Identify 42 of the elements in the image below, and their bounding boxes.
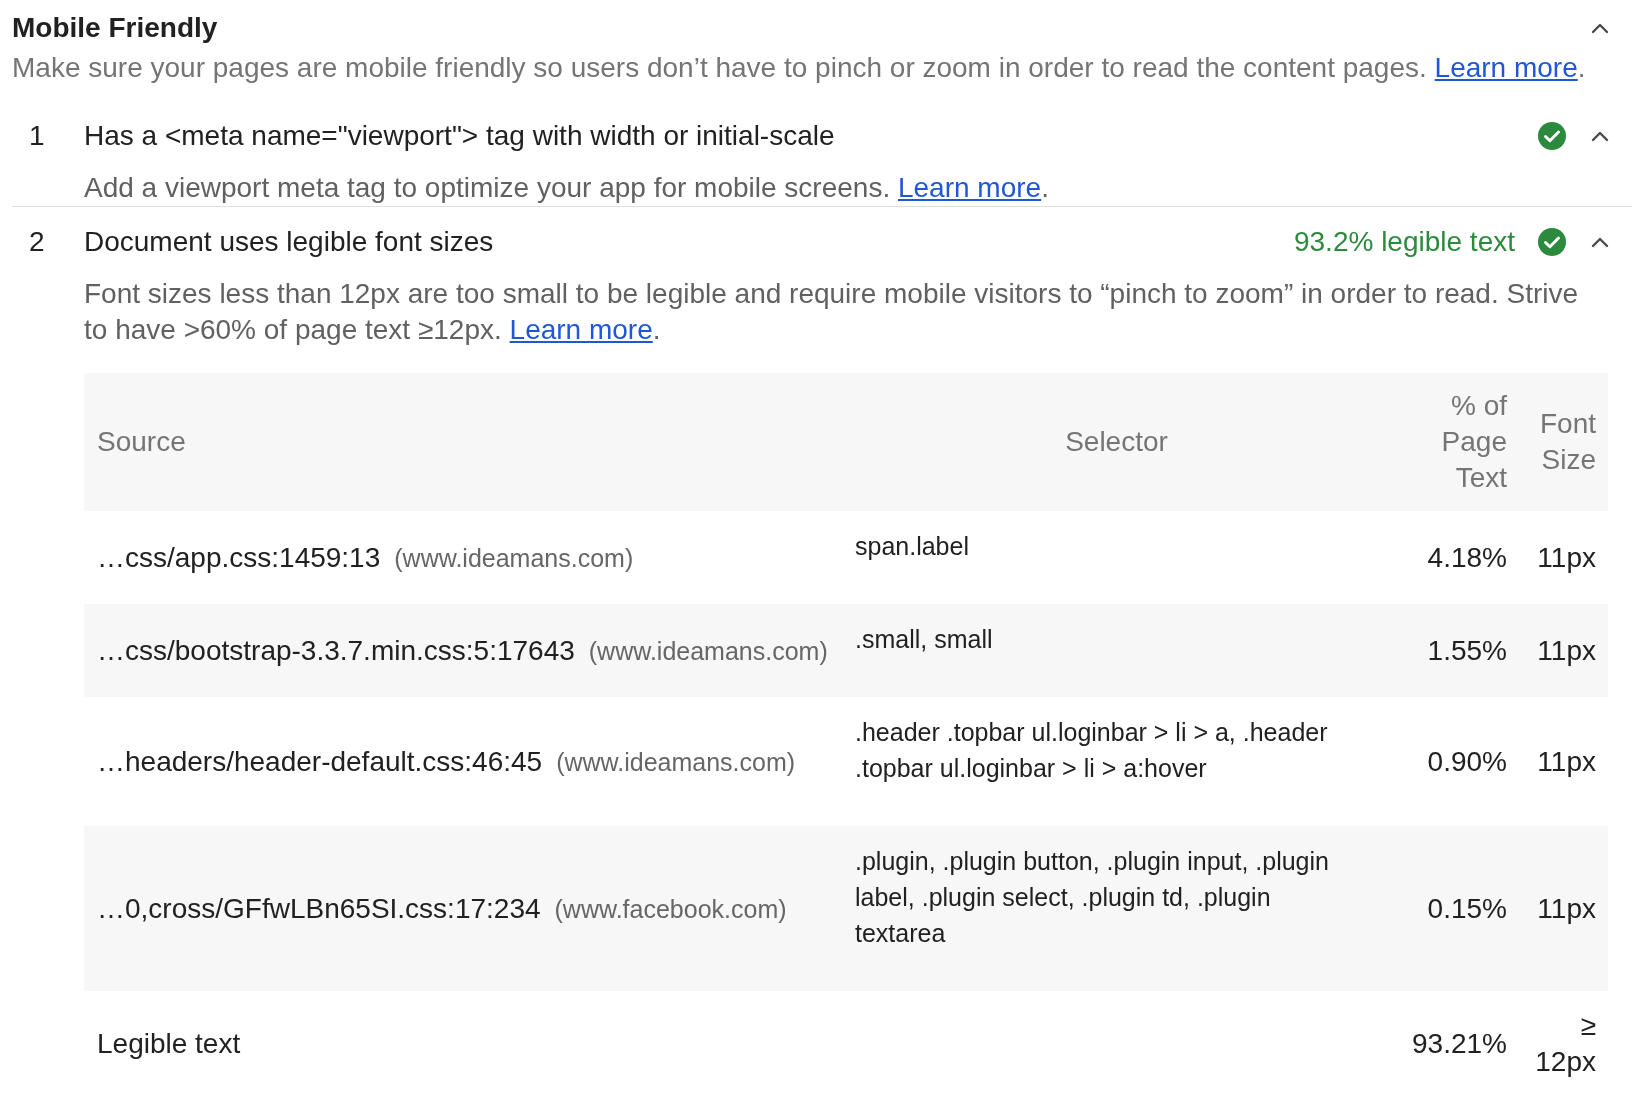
source-domain: (www.ideamans.com): [556, 746, 796, 778]
chevron-up-icon[interactable]: [1591, 22, 1609, 34]
selector-text: .small, small: [854, 624, 994, 655]
table-cell-text: 11px: [1536, 540, 1597, 575]
table-cell-text: 93.21%: [1411, 1027, 1508, 1061]
table-cell-text: 11px: [1536, 891, 1597, 926]
audit-title: Has a <meta name="viewport"> tag with width or initial-scale: [84, 119, 836, 153]
column-header: % of Page Text: [1440, 389, 1508, 495]
source-path: …css/app.css:1459:13: [97, 540, 381, 575]
source-path: …headers/header-default.css:46:45: [97, 744, 543, 779]
table-cell-text: 11px: [1536, 744, 1597, 779]
source-domain: (www.facebook.com): [554, 893, 787, 925]
learn-more-link[interactable]: Learn more: [1434, 52, 1578, 83]
section-description: Make sure your pages are mobile friendly so users don’t have to pinch or zoom in order to read the content pages. Learn more.: [12, 51, 1587, 85]
column-header: Selector: [1064, 425, 1169, 459]
source-path: …css/bootstrap-3.3.7.min.css:5:17643: [97, 633, 575, 668]
selector-text: .plugin, .plugin button, .plugin input, .plugin label, .plugin select, .plugin td, .plugin textarea: [854, 846, 1330, 949]
table-cell-text: ≥ 12px: [1534, 1009, 1597, 1079]
audit-title: Document uses legible font sizes: [84, 225, 495, 259]
selector-text: .header .topbar ul.loginbar > li > a, .header .topbar ul.loginbar > li > a:hover: [854, 717, 1329, 784]
table-cell-text: 11px: [1536, 633, 1597, 668]
summary-label: Legible text: [96, 1027, 242, 1061]
source-domain: (www.ideamans.com): [394, 542, 634, 574]
column-header: Source: [96, 425, 187, 459]
chevron-up-icon[interactable]: [1591, 130, 1609, 142]
table-cell-text: 0.90%: [1426, 744, 1508, 779]
section-title: Mobile Friendly: [12, 11, 219, 45]
result-text: 93.2% legible text: [1293, 225, 1515, 259]
audit-number: 1: [28, 119, 46, 153]
selector-text: span.label: [854, 531, 970, 562]
learn-more-link[interactable]: Learn more: [509, 314, 653, 345]
table-cell-text: 4.18%: [1426, 540, 1508, 575]
column-header: Font Size: [1538, 407, 1597, 477]
table-cell-text: 0.15%: [1426, 891, 1508, 926]
audit-description: Font sizes less than 12px are too small to be legible and require mobile visitors to “pinch to zoom” in order to read. Strive to have >60% of page text ≥12px. Learn more.: [84, 277, 1580, 347]
source-domain: (www.ideamans.com): [588, 635, 828, 667]
chevron-up-icon[interactable]: [1591, 236, 1609, 248]
source-path: …0,cross/GFfwLBn65SI.css:17:234: [97, 891, 541, 926]
audit-description: Add a viewport meta tag to optimize your app for mobile screens. Learn more.: [84, 171, 1050, 205]
audit-number: 2: [28, 225, 46, 259]
learn-more-link[interactable]: Learn more: [897, 172, 1042, 203]
table-cell-text: 1.55%: [1426, 633, 1508, 668]
